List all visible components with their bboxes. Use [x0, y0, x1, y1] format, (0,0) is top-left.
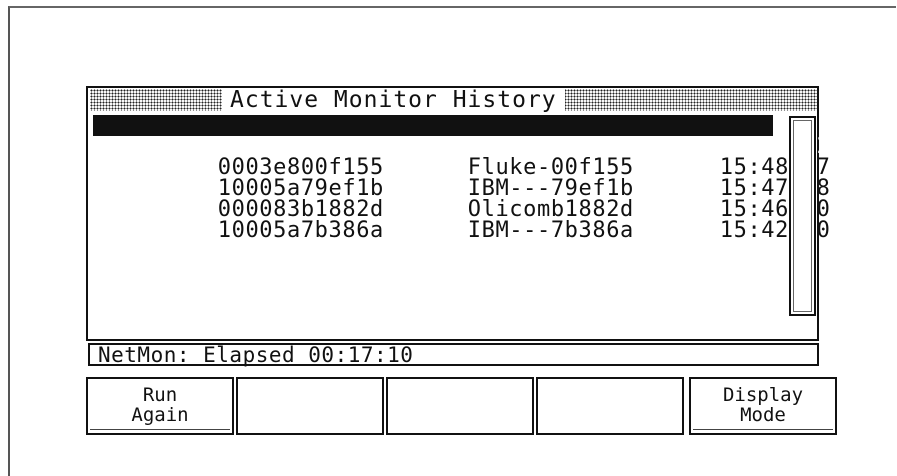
row-name: IBM---79ef1b	[467, 176, 634, 201]
softkey-underline	[90, 429, 230, 430]
row-address: 000083b1882d	[217, 197, 384, 222]
status-text: NetMon: Elapsed 00:17:10	[98, 343, 414, 367]
row-address: 10005a7b386a	[217, 218, 384, 243]
scrollbar-track[interactable]	[793, 120, 812, 312]
display-mode-softkey[interactable]: Display Mode	[689, 377, 837, 435]
row-name: IBM---7b386a	[467, 134, 634, 159]
softkey-underline	[693, 429, 833, 430]
title-bar: Active Monitor History	[90, 89, 817, 112]
row-address: 10005a7b386a	[217, 134, 384, 159]
history-scrollbar[interactable]	[789, 116, 816, 316]
softkey-label-line2: Mode	[740, 404, 786, 426]
status-bar: NetMon: Elapsed 00:17:10	[88, 343, 819, 366]
softkey-3-blank[interactable]	[386, 377, 534, 435]
instrument-screen: Active Monitor History 10005a7b386a IBM--…	[86, 86, 837, 436]
history-row-selected[interactable]: 10005a7b386a IBM---7b386a 15:51:02	[93, 115, 830, 158]
run-again-softkey[interactable]: Run Again	[86, 377, 234, 435]
row-name: IBM---7b386a	[467, 218, 634, 243]
softkey-label-line2: Again	[131, 404, 189, 426]
row-address: 0003e800f155	[217, 155, 384, 180]
row-address: 10005a79ef1b	[217, 176, 384, 201]
row-name: Fluke-00f155	[467, 155, 634, 180]
softkey-label-line1: Display	[722, 384, 804, 406]
softkey-2-blank[interactable]	[236, 377, 384, 435]
active-monitor-history-panel: Active Monitor History 10005a7b386a IBM--…	[86, 86, 830, 341]
history-list[interactable]: 10005a7b386a IBM---7b386a 15:51:02 0003e80…	[93, 115, 830, 242]
softkey-label-line1: Run	[142, 384, 178, 406]
window-title: Active Monitor History	[222, 89, 565, 112]
softkey-4-blank[interactable]	[536, 377, 684, 435]
row-name: Olicomb1882d	[467, 197, 634, 222]
softkey-row: Run Again Display Mode	[86, 377, 839, 435]
